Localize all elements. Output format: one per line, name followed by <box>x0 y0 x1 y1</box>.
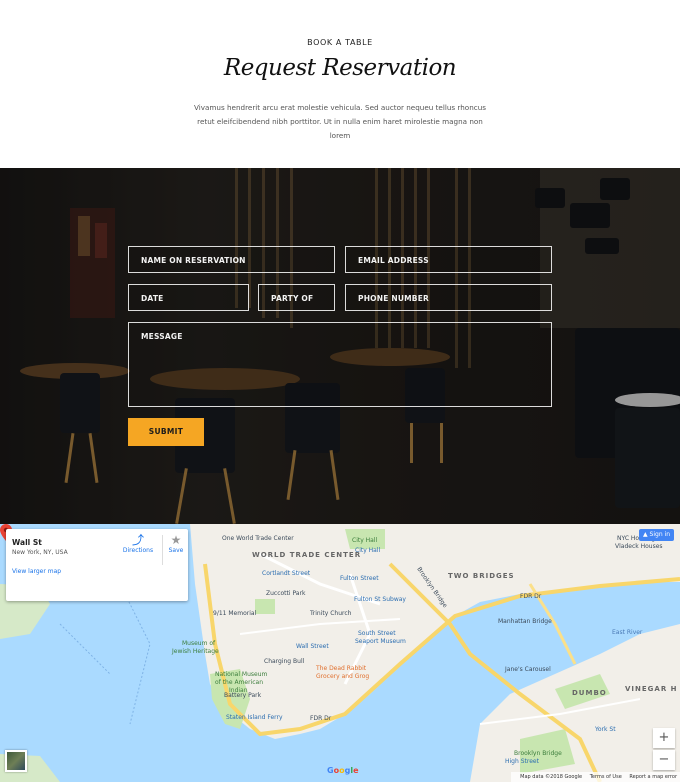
map-label-staten-ferry: Staten Island Ferry <box>226 714 283 721</box>
map-label-vladeck: Vladeck Houses <box>615 543 663 550</box>
date-placeholder: DATE <box>141 294 164 303</box>
map-label-fulton-subway: Fulton St Subway <box>354 596 406 603</box>
map-label-911: 9/11 Memorial <box>213 610 257 617</box>
party-placeholder: PARTY OF <box>271 294 314 303</box>
sign-in-label: Sign in <box>649 531 670 538</box>
terms-link[interactable]: Terms of Use <box>590 774 622 780</box>
save-label: Save <box>168 547 184 554</box>
map-label-trinity: Trinity Church <box>310 610 352 617</box>
map-label-national-museum: National Museum <box>215 671 268 678</box>
view-larger-map-link[interactable]: View larger map <box>12 568 61 575</box>
google-logo: Google <box>327 766 359 775</box>
directions-label: Directions <box>122 547 154 554</box>
intro-paragraph: Vivamus hendrerit arcu erat molestie veh… <box>194 103 486 140</box>
message-placeholder: MESSAGE <box>141 332 183 341</box>
map-label-museum-jewish: Museum of <box>182 640 216 647</box>
map-label-grocery: Grocery and Grog <box>316 673 370 680</box>
zoom-in-button[interactable]: + <box>653 728 675 748</box>
sign-in-button[interactable]: ▲ Sign in <box>639 529 674 541</box>
map-label-bb-park: Brooklyn Bridge <box>514 750 562 757</box>
map-label-zuccotti: Zuccotti Park <box>266 590 306 597</box>
place-address: New York, NY, USA <box>12 549 68 556</box>
location-map[interactable]: WORLD TRADE CENTER One World Trade Cente… <box>0 524 680 782</box>
map-label-jane-carousel: Jane's Carousel <box>505 666 551 673</box>
map-label-city-hall-station: City Hall <box>355 547 381 554</box>
map-label-manhattan-bridge: Manhattan Bridge <box>498 618 552 625</box>
place-title: Wall St <box>12 538 42 547</box>
date-input[interactable]: DATE <box>128 284 249 311</box>
email-input[interactable]: EMAIL ADDRESS <box>345 246 552 273</box>
map-label-dumbo: DUMBO <box>572 689 607 697</box>
map-label-dead-rabbit: The Dead Rabbit <box>316 665 367 672</box>
submit-button[interactable]: SUBMIT <box>128 418 204 446</box>
map-label-seaport: Seaport Museum <box>355 638 406 645</box>
map-label-wall-street: Wall Street <box>296 643 329 650</box>
map-label-cortlandt: Cortlandt Street <box>262 570 311 577</box>
reservation-intro: BOOK A TABLE Request Reservation Vivamus… <box>0 0 680 168</box>
place-info-card: Wall St New York, NY, USA View larger ma… <box>6 529 188 601</box>
map-label-one-wtc: One World Trade Center <box>222 535 294 542</box>
name-input[interactable]: NAME ON RESERVATION <box>128 246 335 273</box>
star-icon: ★ <box>170 533 182 547</box>
map-label-fdr: FDR Dr <box>520 593 542 600</box>
map-label-city-hall: City Hall <box>352 537 378 544</box>
map-label-fulton: Fulton Street <box>340 575 379 582</box>
map-label-vinegar-hill: VINEGAR H <box>625 685 678 693</box>
party-size-input[interactable]: PARTY OF <box>258 284 335 311</box>
card-divider <box>162 535 163 565</box>
map-data-text: Map data ©2018 Google <box>520 774 583 780</box>
map-label-fdr-2: FDR Dr <box>310 715 332 722</box>
report-error-link[interactable]: Report a map error <box>629 774 677 780</box>
message-textarea[interactable]: MESSAGE <box>128 322 552 407</box>
save-button[interactable]: ★ Save <box>164 533 188 554</box>
map-label-charging-bull: Charging Bull <box>264 658 305 665</box>
map-label-museum-jewish-2: Jewish Heritage <box>172 648 219 655</box>
map-label-york-st: York St <box>595 726 616 733</box>
map-label-high-st: High Street <box>505 758 539 765</box>
phone-placeholder: PHONE NUMBER <box>358 294 430 303</box>
reservation-form-section: NAME ON RESERVATION EMAIL ADDRESS DATE P… <box>0 168 680 524</box>
map-attribution: Map data ©2018 Google Terms of Use Repor… <box>511 772 680 782</box>
map-label-south-street: South Street <box>358 630 396 637</box>
page-title: Request Reservation <box>223 55 457 81</box>
map-label-national-museum-2: of the American <box>215 679 263 686</box>
map-label-east-river: East River <box>612 629 643 636</box>
map-label-national-museum-3: Indian <box>229 687 248 694</box>
section-kicker: BOOK A TABLE <box>307 38 373 47</box>
directions-button[interactable]: ⤴ Directions <box>116 533 160 554</box>
map-label-two-bridges: TWO BRIDGES <box>448 572 515 580</box>
email-placeholder: EMAIL ADDRESS <box>358 256 429 265</box>
zoom-out-button[interactable]: − <box>653 750 675 770</box>
name-placeholder: NAME ON RESERVATION <box>141 256 246 265</box>
map-label-wtc: WORLD TRADE CENTER <box>252 551 362 559</box>
phone-input[interactable]: PHONE NUMBER <box>345 284 552 311</box>
satellite-toggle[interactable] <box>5 750 27 772</box>
directions-icon: ⤴ <box>131 533 144 547</box>
